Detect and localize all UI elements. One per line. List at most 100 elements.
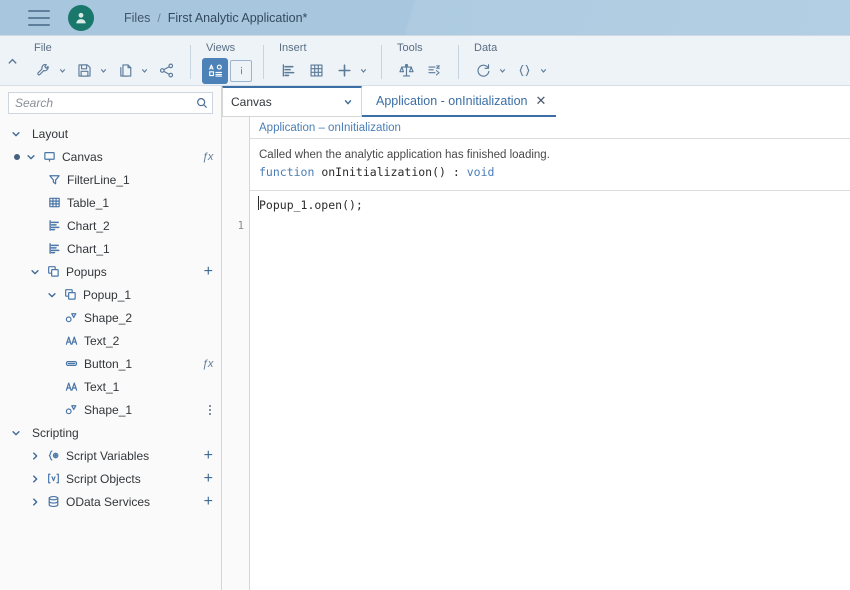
tree-item-label: Text_1	[84, 379, 120, 394]
tree-item-layout[interactable]: Layout	[0, 122, 221, 145]
tree-item-label: Text_2	[84, 333, 120, 348]
chevron-down-icon[interactable]	[496, 66, 509, 75]
tree-item-text-1[interactable]: Text_1	[0, 375, 221, 398]
tree-item-script-objects[interactable]: Script Objects +	[0, 467, 221, 490]
chevron-down-icon[interactable]	[537, 66, 550, 75]
outline-view-icon[interactable]	[202, 57, 228, 84]
editor-area: Canvas Application - onInitialization ✕ …	[222, 86, 850, 590]
add-item-button[interactable]: +	[204, 493, 213, 509]
refresh-icon[interactable]	[470, 58, 496, 84]
code-line-1[interactable]: Popup_1.open();	[259, 197, 850, 214]
script-lines-icon[interactable]	[421, 58, 447, 84]
chevron-down-icon[interactable]	[56, 66, 69, 75]
tree-item-shape-1[interactable]: Shape_1	[0, 398, 221, 421]
shell-header: Files / First Analytic Application*	[0, 0, 850, 36]
hamburger-menu-icon[interactable]	[28, 9, 50, 26]
toolbar-divider	[381, 45, 382, 79]
toolbar-divider	[458, 45, 459, 79]
chevron-right-icon[interactable]	[27, 448, 43, 464]
filter-funnel-icon	[44, 173, 64, 186]
code-content[interactable]: Popup_1.open();	[250, 191, 850, 214]
wrench-icon[interactable]	[30, 58, 56, 84]
search-input[interactable]	[9, 96, 192, 110]
canvas-selector-label: Canvas	[231, 95, 272, 109]
formula-fx-icon[interactable]: ƒx	[202, 358, 213, 370]
ribbon-group-title: Data	[474, 42, 498, 54]
tab-label: Application - onInitialization	[376, 93, 528, 108]
canvas-selector[interactable]: Canvas	[222, 86, 362, 117]
editor-tabbar: Canvas Application - onInitialization ✕	[222, 86, 850, 117]
chart-bar-icon[interactable]	[275, 58, 301, 84]
chevron-down-icon[interactable]	[97, 66, 110, 75]
close-icon[interactable]: ✕	[535, 94, 546, 107]
breadcrumb-root[interactable]: Files	[124, 11, 150, 25]
chevron-down-icon[interactable]	[8, 126, 24, 142]
ribbon-group-title: File	[34, 42, 52, 54]
popup-layers-icon	[43, 265, 63, 278]
chart-bar-icon	[44, 242, 64, 255]
info-panel-icon[interactable]	[230, 59, 252, 82]
code-editor[interactable]: Application – onInitialization Called wh…	[250, 117, 850, 590]
text-aa-icon	[61, 334, 81, 347]
ribbon-group-views: Views	[196, 36, 258, 86]
share-icon[interactable]	[153, 58, 179, 84]
formula-fx-icon[interactable]: ƒx	[202, 151, 213, 163]
ribbon-group-title: Insert	[279, 42, 307, 54]
chevron-down-icon[interactable]	[138, 66, 151, 75]
tree-item-label: Script Objects	[66, 471, 141, 486]
signature-keyword-function: function	[259, 165, 315, 179]
tree-item-text-2[interactable]: Text_2	[0, 329, 221, 352]
signature-keyword-void: void	[466, 165, 495, 179]
outline-tree: Layout Canvas ƒx FilterLine_1 Table_1 Chart_2…	[0, 122, 221, 513]
tree-item-chart-2[interactable]: Chart_2	[0, 214, 221, 237]
chevron-down-icon[interactable]	[23, 149, 39, 165]
chevron-up-icon[interactable]	[0, 36, 24, 86]
tree-item-script-variables[interactable]: Script Variables +	[0, 444, 221, 467]
plus-icon[interactable]	[331, 58, 357, 84]
tree-item-popup-1[interactable]: Popup_1	[0, 283, 221, 306]
database-icon	[43, 495, 63, 508]
chevron-down-icon[interactable]	[44, 287, 60, 303]
tree-item-scripting[interactable]: Scripting	[0, 421, 221, 444]
add-item-button[interactable]: +	[204, 470, 213, 486]
user-avatar-icon[interactable]	[68, 4, 94, 31]
tree-item-label: Button_1	[84, 356, 133, 371]
more-options-icon[interactable]	[207, 403, 213, 417]
braces-icon[interactable]	[511, 58, 537, 84]
toolbar-divider	[263, 45, 264, 79]
search-box	[8, 92, 213, 114]
tree-item-popups[interactable]: Popups +	[0, 260, 221, 283]
tree-item-table-1[interactable]: Table_1	[0, 191, 221, 214]
breadcrumb-current[interactable]: First Analytic Application*	[168, 11, 308, 25]
ribbon-group-file: File	[24, 36, 185, 86]
tree-item-shape-2[interactable]: Shape_2	[0, 306, 221, 329]
chevron-down-icon[interactable]	[8, 425, 24, 441]
add-item-button[interactable]: +	[204, 263, 213, 279]
tree-item-label: FilterLine_1	[67, 172, 130, 187]
signature-title: Application – onInitialization	[250, 117, 850, 139]
tree-item-button-1[interactable]: Button_1 ƒx	[0, 352, 221, 375]
search-icon[interactable]	[192, 97, 212, 109]
text-aa-icon	[61, 380, 81, 393]
chart-bar-icon	[44, 219, 64, 232]
table-grid-icon	[44, 196, 64, 209]
ribbon-group-data: Data	[464, 36, 556, 86]
tree-item-filterline-1[interactable]: FilterLine_1	[0, 168, 221, 191]
outline-panel: Layout Canvas ƒx FilterLine_1 Table_1 Chart_2…	[0, 86, 222, 590]
popup-layers-icon	[60, 288, 80, 301]
chevron-right-icon[interactable]	[27, 471, 43, 487]
chevron-right-icon[interactable]	[27, 494, 43, 510]
table-grid-icon[interactable]	[303, 58, 329, 84]
tab-application-oninitialization[interactable]: Application - onInitialization ✕	[362, 86, 557, 117]
scales-balance-icon[interactable]	[393, 58, 419, 84]
save-floppy-icon[interactable]	[71, 58, 97, 84]
add-item-button[interactable]: +	[204, 447, 213, 463]
copy-pages-icon[interactable]	[112, 58, 138, 84]
script-variable-icon	[43, 449, 63, 462]
chevron-down-icon[interactable]	[357, 66, 370, 75]
shape-icon	[61, 403, 81, 416]
chevron-down-icon[interactable]	[27, 264, 43, 280]
tree-item-canvas[interactable]: Canvas ƒx	[0, 145, 221, 168]
tree-item-chart-1[interactable]: Chart_1	[0, 237, 221, 260]
tree-item-odata-services[interactable]: OData Services +	[0, 490, 221, 513]
